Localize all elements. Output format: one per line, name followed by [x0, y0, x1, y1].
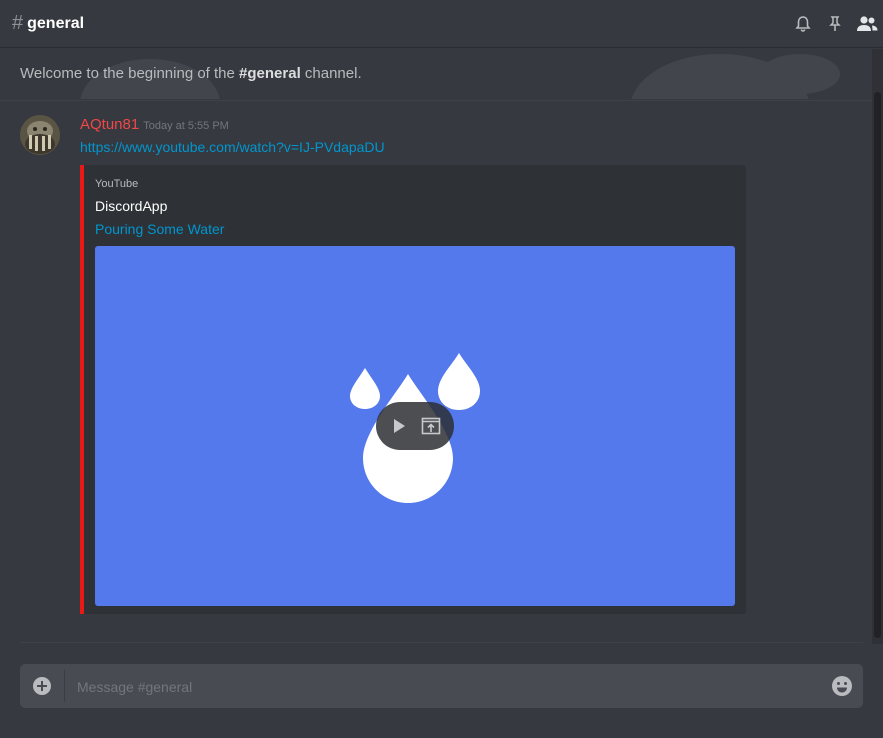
message-header: AQtun81 Today at 5:55 PM: [80, 116, 229, 134]
open-external-icon[interactable]: [419, 414, 443, 438]
embed-author[interactable]: DiscordApp: [95, 198, 167, 214]
emoji-icon[interactable]: [831, 675, 853, 697]
welcome-divider: [0, 100, 872, 101]
video-player-controls: [376, 402, 454, 450]
play-icon[interactable]: [387, 414, 411, 438]
avatar[interactable]: [20, 115, 60, 155]
message-timestamp: Today at 5:55 PM: [143, 120, 229, 132]
pin-icon[interactable]: [819, 8, 851, 40]
bell-icon[interactable]: [787, 8, 819, 40]
message-composer: [20, 664, 863, 710]
message-link[interactable]: https://www.youtube.com/watch?v=IJ-PVdap…: [80, 139, 385, 155]
message-list[interactable]: Welcome to the beginning of the #general…: [0, 49, 872, 644]
composer-separator: [64, 670, 65, 702]
video-thumbnail[interactable]: [95, 246, 735, 606]
upload-button[interactable]: [20, 664, 64, 708]
channel-title: general: [27, 14, 85, 32]
youtube-embed: YouTube DiscordApp Pouring Some Water: [80, 165, 746, 614]
embed-title[interactable]: Pouring Some Water: [95, 221, 224, 237]
message-input[interactable]: [75, 664, 799, 710]
plus-circle-icon: [33, 677, 51, 695]
welcome-channel-name: #general: [239, 65, 301, 82]
members-icon[interactable]: [851, 8, 883, 40]
channel-header: # general: [0, 0, 883, 48]
scrollbar-thumb[interactable]: [874, 92, 881, 638]
embed-provider[interactable]: YouTube: [95, 178, 138, 190]
author-name[interactable]: AQtun81: [80, 116, 139, 133]
channel-welcome-text: Welcome to the beginning of the #general…: [20, 65, 362, 82]
header-toolbar: [787, 0, 883, 48]
composer-divider: [20, 642, 863, 643]
channel-hash-icon: #: [12, 12, 24, 34]
